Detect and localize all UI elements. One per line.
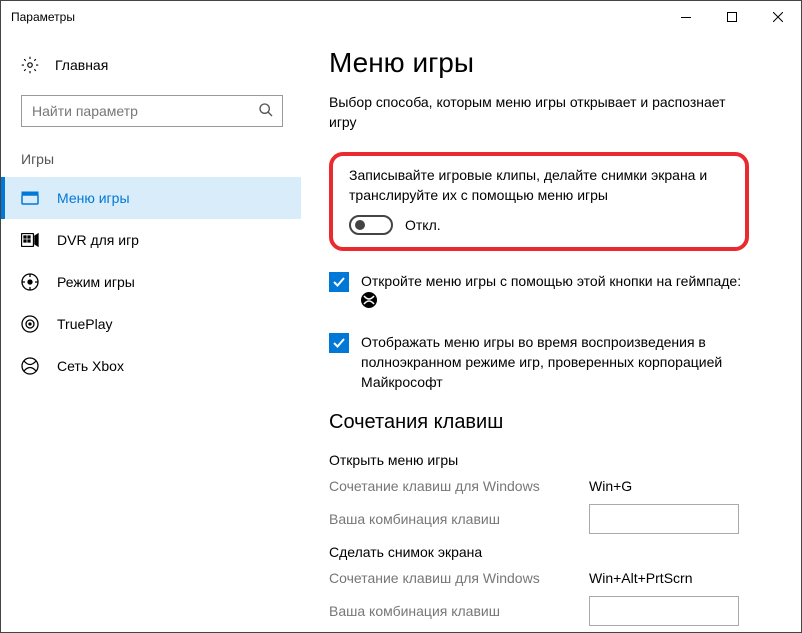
highlight-text: Записывайте игровые клипы, делайте снимк… bbox=[349, 166, 729, 205]
xbox-network-icon bbox=[21, 357, 39, 375]
sidebar-item-label: TruePlay bbox=[57, 316, 113, 332]
checkbox-controller[interactable] bbox=[329, 272, 349, 292]
sidebar-item-game-bar[interactable]: Меню игры bbox=[1, 177, 301, 219]
checkbox-row-controller: Откройте меню игры с помощью этой кнопки… bbox=[329, 271, 749, 313]
search-icon bbox=[258, 102, 274, 123]
highlight-box: Записывайте игровые клипы, делайте снимк… bbox=[329, 152, 749, 251]
shortcut-group-open-title: Открыть меню игры bbox=[329, 452, 777, 468]
sidebar-item-trueplay[interactable]: TruePlay bbox=[1, 303, 301, 345]
shortcut-screenshot-user-row: Ваша комбинация клавиш bbox=[329, 596, 777, 626]
content-area: Меню игры Выбор способа, которым меню иг… bbox=[301, 33, 801, 632]
game-bar-toggle[interactable] bbox=[349, 215, 393, 235]
dvr-icon bbox=[21, 233, 39, 247]
checkbox-controller-label: Откройте меню игры с помощью этой кнопки… bbox=[361, 271, 749, 313]
maximize-button[interactable] bbox=[709, 1, 755, 33]
shortcut-screenshot-win-row: Сочетание клавиш для Windows Win+Alt+Prt… bbox=[329, 570, 777, 586]
page-title: Меню игры bbox=[329, 47, 777, 79]
shortcut-screenshot-win-value: Win+Alt+PrtScrn bbox=[589, 570, 692, 586]
section-title: Игры bbox=[1, 145, 301, 177]
toggle-label: Откл. bbox=[405, 217, 441, 233]
gear-icon bbox=[21, 56, 39, 74]
check1-text: Откройте меню игры с помощью этой кнопки… bbox=[361, 273, 741, 289]
search-input[interactable] bbox=[22, 96, 282, 126]
page-subtitle: Выбор способа, которым меню игры открыва… bbox=[329, 93, 749, 132]
toggle-knob bbox=[355, 220, 365, 230]
checkbox-fullscreen-label: Отображать меню игры во время воспроизве… bbox=[361, 332, 749, 393]
shortcut-open-win-value: Win+G bbox=[589, 478, 632, 494]
shortcut-screenshot-user-input[interactable] bbox=[589, 596, 739, 626]
shortcuts-title: Сочетания клавиш bbox=[329, 411, 777, 434]
checkbox-row-fullscreen: Отображать меню игры во время воспроизве… bbox=[329, 332, 749, 393]
toggle-row: Откл. bbox=[349, 215, 729, 235]
search-container bbox=[1, 85, 301, 145]
sidebar-item-label: Меню игры bbox=[57, 190, 130, 206]
search-box[interactable] bbox=[21, 95, 283, 127]
shortcut-open-user-row: Ваша комбинация клавиш bbox=[329, 504, 777, 534]
sidebar-item-game-mode[interactable]: Режим игры bbox=[1, 261, 301, 303]
close-button[interactable] bbox=[755, 1, 801, 33]
shortcut-open-user-input[interactable] bbox=[589, 504, 739, 534]
sidebar-item-xbox-network[interactable]: Сеть Xbox bbox=[1, 345, 301, 387]
window-title: Параметры bbox=[11, 10, 663, 24]
main-layout: Главная Игры Меню игры DVR для игр bbox=[1, 33, 801, 632]
shortcut-screenshot-user-label: Ваша комбинация клавиш bbox=[329, 603, 589, 619]
minimize-button[interactable] bbox=[663, 1, 709, 33]
shortcut-open-user-label: Ваша комбинация клавиш bbox=[329, 511, 589, 527]
title-bar: Параметры bbox=[1, 1, 801, 33]
xbox-icon bbox=[361, 292, 377, 313]
shortcut-group-screenshot-title: Сделать снимок экрана bbox=[329, 544, 777, 560]
sidebar-item-label: Сеть Xbox bbox=[57, 358, 124, 374]
sidebar-item-label: Режим игры bbox=[57, 274, 135, 290]
game-bar-icon bbox=[21, 191, 39, 205]
shortcut-open-win-label: Сочетание клавиш для Windows bbox=[329, 478, 589, 494]
sidebar: Главная Игры Меню игры DVR для игр bbox=[1, 33, 301, 632]
shortcut-screenshot-win-label: Сочетание клавиш для Windows bbox=[329, 570, 589, 586]
checkbox-fullscreen[interactable] bbox=[329, 333, 349, 353]
game-mode-icon bbox=[21, 273, 39, 291]
sidebar-item-label: DVR для игр bbox=[57, 232, 139, 248]
home-link[interactable]: Главная bbox=[1, 45, 301, 85]
shortcut-open-win-row: Сочетание клавиш для Windows Win+G bbox=[329, 478, 777, 494]
trueplay-icon bbox=[21, 315, 39, 333]
sidebar-item-game-dvr[interactable]: DVR для игр bbox=[1, 219, 301, 261]
home-label: Главная bbox=[55, 57, 108, 73]
